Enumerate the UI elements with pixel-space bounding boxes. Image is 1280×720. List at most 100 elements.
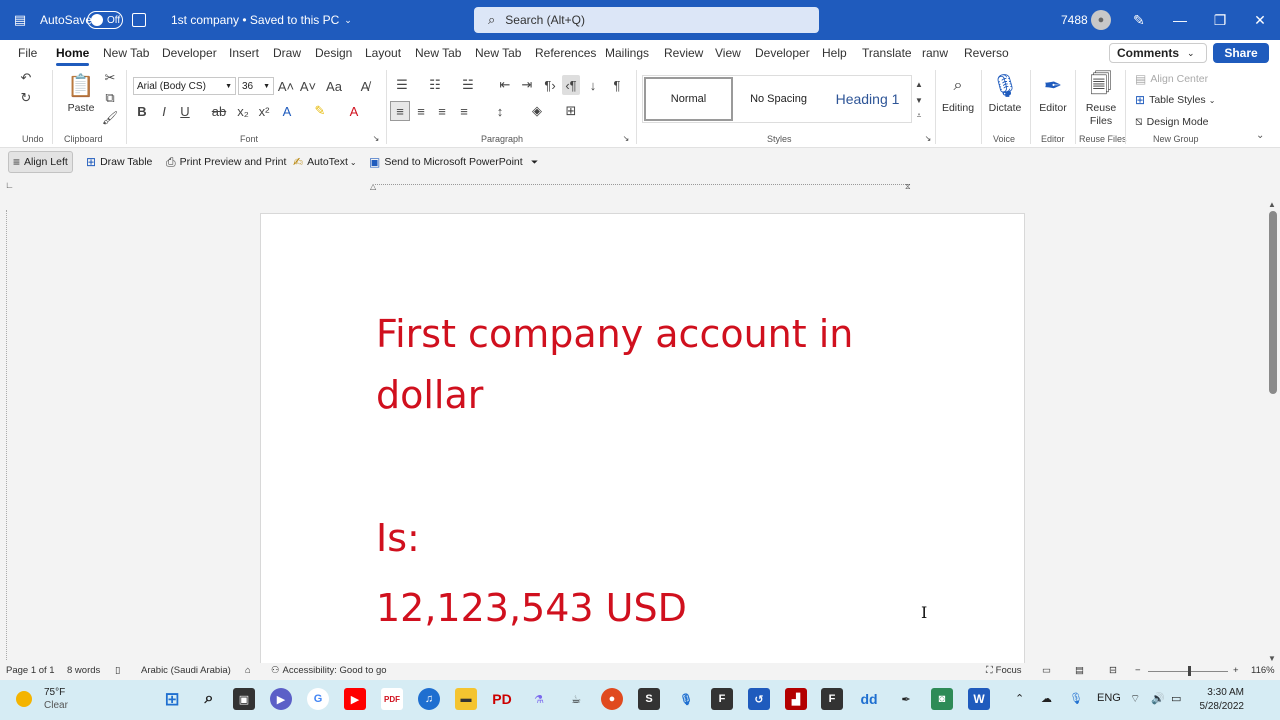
tab-review[interactable]: Review: [664, 46, 703, 60]
dialog-launcher-icon[interactable]: ↘: [372, 133, 380, 143]
justify-icon[interactable]: ≡: [456, 102, 472, 120]
styles-scroll-up-icon[interactable]: ▲: [913, 78, 925, 90]
save-icon[interactable]: [132, 0, 148, 40]
app-icon-g[interactable]: ↺: [748, 688, 770, 710]
tab-mailings[interactable]: Mailings: [605, 46, 649, 60]
align-right-icon[interactable]: ≡: [434, 102, 450, 120]
draw-table-button[interactable]: ⊞ Draw Table: [82, 151, 156, 173]
font-size-select[interactable]: 36 ▼: [238, 77, 274, 95]
tab-help[interactable]: Help: [822, 46, 847, 60]
style-normal[interactable]: Normal: [644, 77, 733, 121]
styles-scroll-down-icon[interactable]: ▼: [913, 94, 925, 106]
subscript-icon[interactable]: x₂: [236, 102, 250, 120]
vertical-scrollbar[interactable]: ▲ ▼: [1266, 200, 1280, 663]
app-icon-blue[interactable]: ♫: [418, 688, 440, 710]
macro-icon[interactable]: ⌂: [245, 665, 251, 676]
font-color-icon[interactable]: A: [347, 102, 361, 120]
align-center-button[interactable]: ▤ Align Center: [1135, 72, 1208, 86]
shrink-font-icon[interactable]: A˅: [300, 77, 316, 95]
document-line-4[interactable]: 12,123,543 USD: [376, 586, 687, 630]
dictate-button[interactable]: 🎙 Dictate: [986, 70, 1024, 114]
document-line-2[interactable]: dollar: [376, 373, 483, 417]
scroll-thumb[interactable]: [1269, 211, 1277, 394]
teams-chat-icon[interactable]: ▶: [270, 688, 292, 710]
wifi-icon[interactable]: ⌔: [1130, 692, 1140, 706]
tab-reverso[interactable]: Reverso: [964, 46, 1009, 60]
search-box[interactable]: ⌕ Search (Alt+Q): [474, 7, 819, 33]
word-app-icon[interactable]: ▤: [10, 0, 30, 40]
microphone-tray-icon[interactable]: 🎙: [1069, 692, 1083, 705]
app-icon-dd[interactable]: dd: [858, 688, 880, 710]
design-mode-button[interactable]: ⧅ Design Mode: [1135, 114, 1209, 129]
pdf-editor-icon[interactable]: PD: [491, 688, 513, 710]
word-taskbar-icon[interactable]: W: [968, 688, 990, 710]
document-page[interactable]: First company account in dollar Is: 12,1…: [260, 213, 1025, 663]
zoom-level[interactable]: 116%: [1251, 665, 1275, 676]
microphone-app-icon[interactable]: 🎙: [675, 688, 697, 710]
document-title[interactable]: 1st company • Saved to this PC ⌄: [171, 0, 352, 40]
document-line-1[interactable]: First company account in: [376, 312, 853, 356]
zoom-in-icon[interactable]: +: [1233, 665, 1239, 676]
task-view-icon[interactable]: ▣: [233, 688, 255, 710]
app-icon-f2[interactable]: F: [821, 688, 843, 710]
youtube-icon[interactable]: ▶: [344, 688, 366, 710]
volume-icon[interactable]: 🔊: [1151, 692, 1165, 705]
right-indent-marker[interactable]: ⧖: [905, 182, 911, 192]
tab-insert[interactable]: Insert: [229, 46, 259, 60]
format-painter-icon[interactable]: 🖌: [102, 110, 119, 125]
show-marks-icon[interactable]: ¶: [609, 77, 625, 93]
accessibility-status[interactable]: ⚇ Accessibility: Good to go: [271, 665, 387, 676]
tab-home[interactable]: Home: [56, 46, 90, 66]
table-styles-button[interactable]: ⊞ Table Styles ⌄: [1135, 93, 1215, 107]
undo-icon[interactable]: ↶: [18, 70, 34, 86]
comments-button[interactable]: Comments ⌄: [1109, 43, 1207, 63]
app-icon-f[interactable]: F: [711, 688, 733, 710]
minimize-button[interactable]: —: [1160, 0, 1200, 40]
avatar[interactable]: ●: [1091, 10, 1111, 30]
word-count[interactable]: 8 words: [67, 665, 100, 676]
app-icon-cup[interactable]: ☕: [565, 688, 587, 710]
close-button[interactable]: ✕: [1240, 0, 1280, 40]
tab-view[interactable]: View: [715, 46, 741, 60]
tab-layout[interactable]: Layout: [365, 46, 401, 60]
focus-button[interactable]: ⛶ Focus: [986, 665, 1022, 676]
collapse-ribbon-icon[interactable]: ⌄: [1256, 130, 1264, 141]
bold-icon[interactable]: B: [136, 102, 148, 120]
strikethrough-icon[interactable]: ab: [212, 102, 226, 120]
borders-icon[interactable]: ⊞: [563, 102, 579, 120]
tab-ranw[interactable]: ranw: [922, 46, 948, 60]
onedrive-icon[interactable]: ☁: [1041, 692, 1052, 705]
multilevel-list-icon[interactable]: ☱: [460, 77, 476, 93]
language-status[interactable]: Arabic (Saudi Arabia): [141, 665, 231, 676]
dialog-launcher-icon[interactable]: ↘: [924, 133, 932, 143]
font-name-select[interactable]: Arial (Body CS) ▼: [133, 77, 236, 95]
print-layout-icon[interactable]: ▤: [1075, 665, 1084, 676]
app-icon-red-chart[interactable]: ▟: [785, 688, 807, 710]
tab-references[interactable]: References: [535, 46, 596, 60]
align-center-icon[interactable]: ≡: [413, 102, 429, 120]
copy-icon[interactable]: ⧉: [103, 90, 117, 105]
tab-new-tab-2[interactable]: New Tab: [415, 46, 461, 60]
tab-translate[interactable]: Translate: [862, 46, 912, 60]
search-icon[interactable]: ⌕: [198, 688, 220, 710]
shading-icon[interactable]: ◈: [529, 102, 545, 120]
app-icon-green[interactable]: ◙: [931, 688, 953, 710]
read-mode-icon[interactable]: ▭: [1042, 665, 1051, 676]
style-heading-1[interactable]: Heading 1: [823, 77, 912, 121]
autosave-toggle[interactable]: Off: [87, 11, 123, 29]
share-button[interactable]: Share: [1213, 43, 1269, 63]
editing-button[interactable]: ⌕ Editing: [940, 70, 976, 114]
tab-design[interactable]: Design: [315, 46, 352, 60]
style-no-spacing[interactable]: No Spacing: [734, 77, 823, 121]
editor-button[interactable]: ✒ Editor: [1036, 70, 1070, 114]
zoom-slider-thumb[interactable]: [1188, 666, 1191, 676]
decrease-indent-icon[interactable]: ⇤: [497, 77, 513, 93]
tab-developer-2[interactable]: Developer: [755, 46, 810, 60]
designer-pen-icon[interactable]: ✎: [1133, 0, 1145, 40]
tab-draw[interactable]: Draw: [273, 46, 301, 60]
tab-new-tab-1[interactable]: New Tab: [103, 46, 149, 60]
send-powerpoint-button[interactable]: ▣ Send to Microsoft PowerPoint: [365, 151, 527, 173]
text-effects-icon[interactable]: A: [280, 102, 294, 120]
highlight-icon[interactable]: ✎: [313, 102, 327, 120]
windows-start-icon[interactable]: ⊞: [161, 688, 183, 710]
